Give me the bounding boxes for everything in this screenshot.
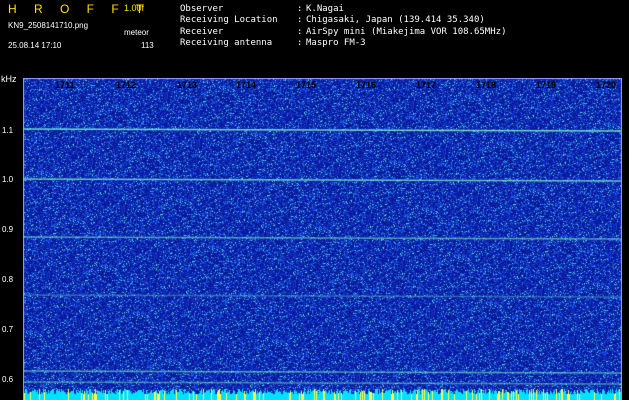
info-observer-value: K.Nagai bbox=[306, 4, 344, 14]
y-tick-label: 0.9 bbox=[2, 225, 14, 234]
info-antenna-label: Receiving antenna bbox=[180, 38, 273, 48]
info-observer-label: Observer bbox=[180, 4, 224, 14]
spectrogram-waterfall bbox=[23, 78, 622, 400]
x-tick-label: 1717 bbox=[416, 80, 437, 90]
info-colon: : bbox=[297, 4, 303, 14]
x-tick-label: 1716 bbox=[356, 80, 377, 90]
x-tick-label: 1712 bbox=[116, 80, 137, 90]
y-axis-unit: kHz bbox=[1, 74, 17, 84]
y-tick-label: 1.0 bbox=[2, 175, 14, 184]
info-antenna-value: Maspro FM-3 bbox=[306, 38, 366, 48]
info-location-value: Chigasaki, Japan (139.414 35.340) bbox=[306, 15, 485, 25]
x-tick-label: 1720 bbox=[596, 80, 617, 90]
mode-label: meteor bbox=[124, 28, 149, 37]
y-tick-label: 1.1 bbox=[2, 126, 14, 135]
filename-label: KN9_2508141710.png bbox=[8, 21, 89, 30]
info-colon: : bbox=[297, 27, 303, 37]
info-receiver-label: Receiver bbox=[180, 27, 224, 37]
datetime-label: 25.08.14 17:10 bbox=[8, 41, 62, 50]
x-tick-label: 1718 bbox=[476, 80, 497, 90]
x-tick-label: 1711 bbox=[55, 80, 75, 90]
version-label: 1.00f bbox=[124, 3, 145, 13]
info-receiver-value: AirSpy mini (Miakejima VOR 108.65MHz) bbox=[306, 27, 507, 37]
info-location-label: Receiving Location bbox=[180, 15, 278, 25]
x-tick-label: 1719 bbox=[536, 80, 557, 90]
x-tick-label: 1715 bbox=[296, 80, 317, 90]
y-tick-label: 0.6 bbox=[2, 375, 14, 384]
count-label: 113 bbox=[141, 41, 154, 50]
y-tick-label: 0.7 bbox=[2, 325, 14, 334]
x-tick-label: 1713 bbox=[177, 80, 198, 90]
x-tick-label: 1714 bbox=[236, 80, 257, 90]
y-tick-label: 0.8 bbox=[2, 275, 14, 284]
info-colon: : bbox=[297, 15, 303, 25]
info-colon: : bbox=[297, 38, 303, 48]
